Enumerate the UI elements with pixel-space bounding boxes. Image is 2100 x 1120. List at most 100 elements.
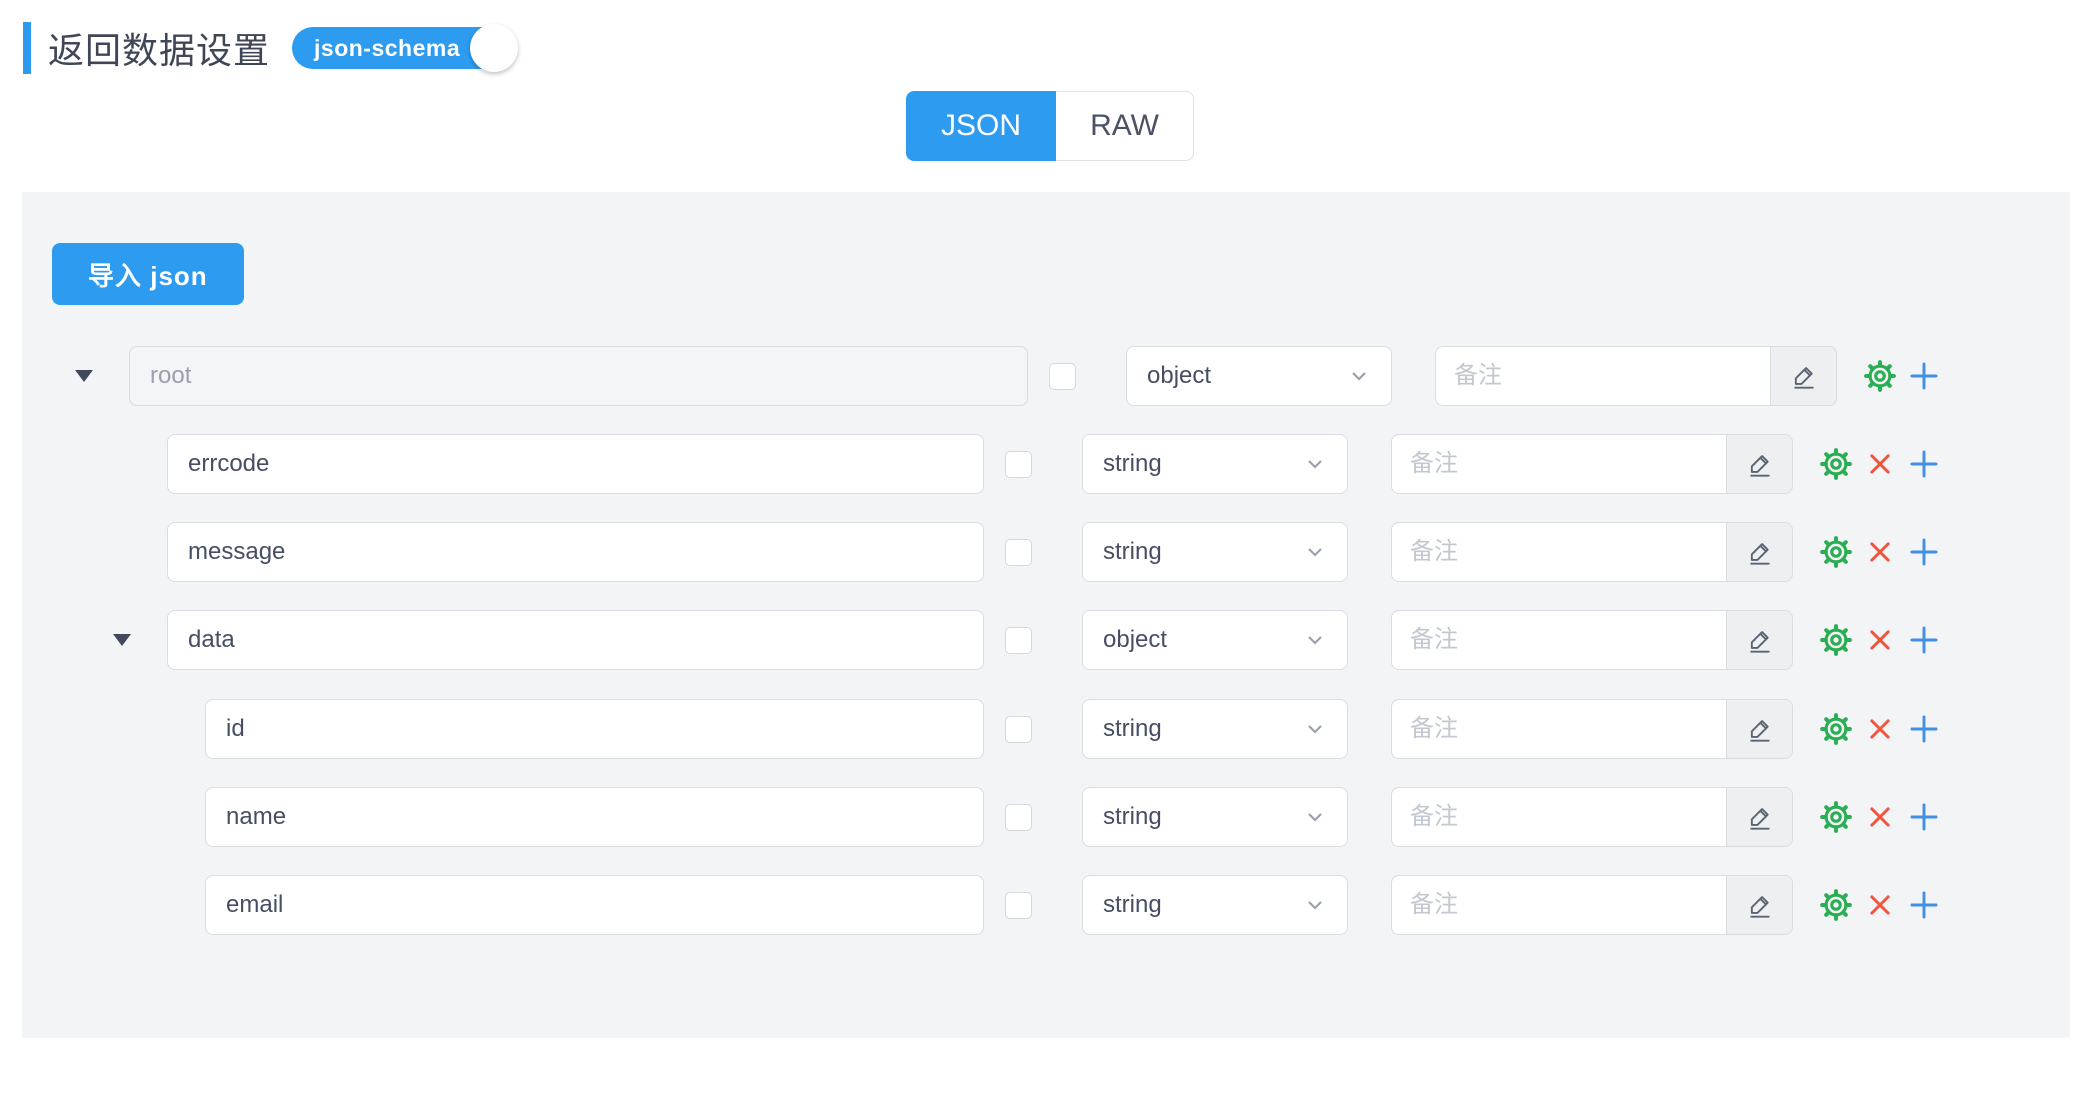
remark-input[interactable] — [1392, 700, 1726, 758]
field-name-input[interactable] — [167, 522, 984, 582]
type-select[interactable]: string — [1082, 434, 1348, 494]
remark-group — [1391, 522, 1793, 582]
chevron-down-icon — [1303, 717, 1327, 741]
tab-json[interactable]: JSON — [906, 91, 1056, 161]
settings-button[interactable] — [1814, 883, 1858, 927]
title-accent-bar — [23, 22, 31, 74]
settings-button[interactable] — [1814, 442, 1858, 486]
tab-raw[interactable]: RAW — [1056, 91, 1194, 161]
required-checkbox[interactable] — [1005, 892, 1032, 919]
add-field-button[interactable] — [1902, 530, 1946, 574]
required-checkbox[interactable] — [1005, 716, 1032, 743]
type-select-value: string — [1103, 715, 1162, 743]
import-json-button[interactable]: 导入 json — [52, 243, 244, 305]
edit-remark-button[interactable] — [1726, 435, 1792, 493]
type-select[interactable]: object — [1126, 346, 1392, 406]
edit-remark-button[interactable] — [1726, 788, 1792, 846]
schema-row: string — [52, 699, 1946, 759]
delete-field-button[interactable] — [1858, 618, 1902, 662]
required-checkbox[interactable] — [1005, 451, 1032, 478]
add-field-button[interactable] — [1902, 795, 1946, 839]
delete-field-button[interactable] — [1858, 883, 1902, 927]
add-field-button[interactable] — [1902, 707, 1946, 751]
delete-x-icon — [1865, 890, 1895, 920]
schema-rows: object — [52, 346, 2070, 935]
edit-remark-button[interactable] — [1726, 611, 1792, 669]
schema-editor-panel: 导入 json object — [22, 192, 2070, 1038]
settings-button[interactable] — [1858, 354, 1902, 398]
plus-icon — [1908, 801, 1940, 833]
required-checkbox[interactable] — [1005, 804, 1032, 831]
remark-group — [1391, 610, 1793, 670]
add-field-button[interactable] — [1902, 442, 1946, 486]
schema-row: string — [52, 875, 1946, 935]
page-title: 返回数据设置 — [48, 22, 270, 74]
schema-row: object — [52, 610, 1946, 670]
required-checkbox[interactable] — [1005, 627, 1032, 654]
edit-remark-button[interactable] — [1726, 523, 1792, 581]
type-select-value: string — [1103, 803, 1162, 831]
gear-icon — [1819, 800, 1853, 834]
edit-remark-button[interactable] — [1726, 876, 1792, 934]
remark-input[interactable] — [1392, 876, 1726, 934]
type-select[interactable]: string — [1082, 522, 1348, 582]
remark-group — [1391, 787, 1793, 847]
caret-slot — [128, 723, 205, 735]
row-actions — [1814, 618, 1946, 662]
pencil-icon — [1746, 538, 1774, 566]
remark-input[interactable] — [1392, 435, 1726, 493]
delete-field-button[interactable] — [1858, 795, 1902, 839]
gear-icon — [1863, 359, 1897, 393]
required-checkbox[interactable] — [1005, 539, 1032, 566]
type-select-value: object — [1147, 362, 1211, 390]
settings-button[interactable] — [1814, 795, 1858, 839]
row-actions — [1814, 442, 1946, 486]
remark-input[interactable] — [1392, 788, 1726, 846]
collapse-caret-icon[interactable] — [113, 634, 131, 646]
row-actions — [1814, 883, 1946, 927]
type-select[interactable]: object — [1082, 610, 1348, 670]
gear-icon — [1819, 888, 1853, 922]
add-field-button[interactable] — [1902, 618, 1946, 662]
field-name-input[interactable] — [205, 699, 984, 759]
remark-input[interactable] — [1436, 347, 1770, 405]
type-select[interactable]: string — [1082, 787, 1348, 847]
delete-x-icon — [1865, 449, 1895, 479]
pencil-icon — [1746, 626, 1774, 654]
delete-field-button[interactable] — [1858, 442, 1902, 486]
remark-input[interactable] — [1392, 611, 1726, 669]
settings-button[interactable] — [1814, 707, 1858, 751]
pencil-icon — [1790, 362, 1818, 390]
remark-group — [1391, 875, 1793, 935]
collapse-caret-icon[interactable] — [75, 370, 93, 382]
delete-field-button[interactable] — [1858, 530, 1902, 574]
caret-slot — [52, 370, 129, 382]
field-name-input[interactable] — [129, 346, 1028, 406]
remark-input[interactable] — [1392, 523, 1726, 581]
add-field-button[interactable] — [1902, 883, 1946, 927]
type-select[interactable]: string — [1082, 875, 1348, 935]
edit-remark-button[interactable] — [1770, 347, 1836, 405]
chevron-down-icon — [1303, 540, 1327, 564]
required-checkbox[interactable] — [1049, 363, 1076, 390]
field-name-input[interactable] — [205, 787, 984, 847]
add-field-button[interactable] — [1902, 354, 1946, 398]
row-actions — [1858, 354, 1946, 398]
type-select[interactable]: string — [1082, 699, 1348, 759]
delete-field-button[interactable] — [1858, 707, 1902, 751]
type-select-value: string — [1103, 538, 1162, 566]
remark-group — [1391, 434, 1793, 494]
view-switch: JSON RAW — [0, 91, 2100, 161]
json-schema-toggle[interactable]: json-schema — [292, 27, 516, 69]
plus-icon — [1908, 448, 1940, 480]
toggle-knob-icon — [470, 24, 518, 72]
edit-remark-button[interactable] — [1726, 700, 1792, 758]
caret-slot — [90, 634, 167, 646]
field-name-input[interactable] — [205, 875, 984, 935]
remark-group — [1391, 699, 1793, 759]
settings-button[interactable] — [1814, 618, 1858, 662]
settings-button[interactable] — [1814, 530, 1858, 574]
field-name-input[interactable] — [167, 434, 984, 494]
field-name-input[interactable] — [167, 610, 984, 670]
schema-row: string — [52, 522, 1946, 582]
